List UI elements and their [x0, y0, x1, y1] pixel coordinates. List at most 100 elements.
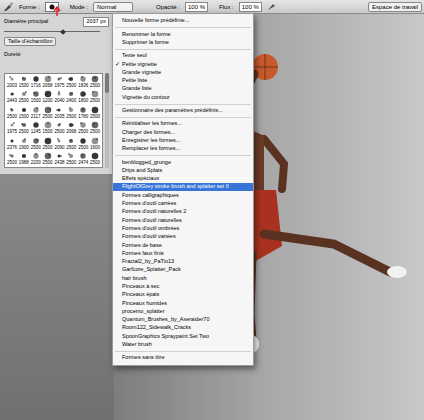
- brush-preset[interactable]: 1716: [30, 75, 42, 89]
- menu-item[interactable]: Vignette du contour: [113, 93, 253, 101]
- brush-tool-icon[interactable]: [2, 2, 14, 12]
- menu-item[interactable]: Texte seul: [113, 52, 253, 60]
- menu-item[interactable]: Formes d'outil variées: [113, 233, 253, 241]
- menu-item[interactable]: Room122_Sidewalk_Cracks: [113, 324, 253, 332]
- menu-item[interactable]: Petite liste: [113, 77, 253, 85]
- brush-preset[interactable]: 2090: [54, 137, 66, 151]
- brush-preset[interactable]: 1988: [18, 152, 30, 166]
- menu-item[interactable]: Quantum_Brushes_by_Axeraider70: [113, 316, 253, 324]
- brush-preset[interactable]: 2500: [42, 106, 54, 120]
- brush-preset[interactable]: 1500: [18, 106, 30, 120]
- brush-preset[interactable]: 2500: [89, 90, 101, 104]
- brush-preset[interactable]: 1975: [54, 75, 66, 89]
- diameter-field[interactable]: 2037 px: [83, 17, 109, 27]
- brush-preset[interactable]: 2035: [54, 106, 66, 120]
- brush-preset[interactable]: 2117: [30, 106, 42, 120]
- menu-item[interactable]: benblogged_grunge: [113, 158, 253, 166]
- menu-item[interactable]: Fractal2_by_PaTio13: [113, 258, 253, 266]
- menu-item[interactable]: Pinceaux à sec: [113, 283, 253, 291]
- menu-item[interactable]: Formes d'outil naturelles 2: [113, 208, 253, 216]
- menu-item[interactable]: Enregistrer les formes...: [113, 137, 253, 145]
- menu-item[interactable]: Garfcore_Splatter_Pack: [113, 266, 253, 274]
- brush-preset[interactable]: 2500: [89, 106, 101, 120]
- brush-thumbnail-icon: [78, 106, 88, 114]
- menu-item[interactable]: Pinceaux épais: [113, 291, 253, 299]
- brush-thumbnail-icon: [31, 121, 41, 129]
- brush-preset[interactable]: 1800: [77, 90, 89, 104]
- brush-preset[interactable]: 2443: [6, 90, 18, 104]
- menu-item[interactable]: Grande liste: [113, 85, 253, 93]
- brush-preset[interactable]: 1600: [89, 137, 101, 151]
- brush-preset[interactable]: 2500: [30, 137, 42, 151]
- brush-preset[interactable]: 1836: [77, 75, 89, 89]
- menu-item[interactable]: Effets spéciaux: [113, 175, 253, 183]
- menu-item[interactable]: ✓Petite vignette: [113, 60, 253, 68]
- brush-preset[interactable]: 2500: [77, 137, 89, 151]
- menu-item[interactable]: Renommer la forme: [113, 30, 253, 38]
- brush-preset[interactable]: 2500: [77, 121, 89, 135]
- brush-preset[interactable]: 2500: [65, 75, 77, 89]
- brush-preset[interactable]: 2500: [6, 152, 18, 166]
- brush-preset[interactable]: 1900: [18, 137, 30, 151]
- mode-dropdown[interactable]: Normal: [93, 2, 133, 12]
- brush-thumbnail-icon: [54, 75, 64, 83]
- brush-preset[interactable]: 1780: [77, 106, 89, 120]
- brush-preset[interactable]: 2500: [54, 121, 66, 135]
- menu-item[interactable]: SpoonGraphics Spraypaint Set Two: [113, 332, 253, 340]
- brush-preset[interactable]: 2500: [65, 106, 77, 120]
- brush-preset[interactable]: 1200: [42, 90, 54, 104]
- brush-preset[interactable]: 2040: [54, 90, 66, 104]
- brush-preset[interactable]: 2500: [42, 137, 54, 151]
- brush-preset[interactable]: 2003: [6, 75, 18, 89]
- brush-preset[interactable]: 1500: [42, 121, 54, 135]
- diameter-slider[interactable]: [4, 30, 100, 34]
- menu-item[interactable]: Charger des formes...: [113, 128, 253, 136]
- menu-item[interactable]: Grande vignette: [113, 68, 253, 76]
- menu-item[interactable]: Pinceaux humides: [113, 299, 253, 307]
- brush-preset[interactable]: 1500: [30, 90, 42, 104]
- brush-preset[interactable]: 2500: [65, 152, 77, 166]
- brush-thumbnail-icon: [54, 137, 64, 145]
- menu-item[interactable]: hair brush: [113, 274, 253, 282]
- menu-item[interactable]: Formes d'outil carrées: [113, 200, 253, 208]
- brush-preset[interactable]: 2474: [77, 152, 89, 166]
- menu-item[interactable]: Formes d'outil ombrées: [113, 225, 253, 233]
- menu-item[interactable]: Formes de base: [113, 241, 253, 249]
- brush-preset[interactable]: 2500: [42, 152, 54, 166]
- brush-preset[interactable]: 2500: [89, 75, 101, 89]
- brush-preset[interactable]: 2438: [54, 152, 66, 166]
- brush-preset[interactable]: 2068: [42, 75, 54, 89]
- brush-preset[interactable]: 1500: [18, 75, 30, 89]
- brush-grid-scrollbar[interactable]: [105, 73, 109, 168]
- menu-item[interactable]: Formes calligraphiques: [113, 191, 253, 199]
- menu-item[interactable]: procemo_splatter: [113, 308, 253, 316]
- menu-item[interactable]: Water brush: [113, 341, 253, 349]
- menu-item[interactable]: FlightOfGrey stroke brush and splatter s…: [113, 183, 253, 191]
- brush-preset[interactable]: 2500: [89, 152, 101, 166]
- menu-item[interactable]: Formes d'outil naturelles: [113, 216, 253, 224]
- flow-field[interactable]: 100 %: [239, 2, 262, 12]
- menu-item[interactable]: Drips and Splats: [113, 166, 253, 174]
- brush-preset[interactable]: 2500: [89, 121, 101, 135]
- brush-preset[interactable]: 2500: [18, 121, 30, 135]
- menu-item[interactable]: Formes sans titre: [113, 354, 253, 362]
- menu-item[interactable]: Remplacer les formes...: [113, 145, 253, 153]
- menu-item[interactable]: Réinitialiser les formes...: [113, 120, 253, 128]
- brush-preset[interactable]: 1245: [30, 121, 42, 135]
- menu-item[interactable]: Supprimer la forme: [113, 39, 253, 47]
- brush-preset[interactable]: 2500: [65, 137, 77, 151]
- brush-preset[interactable]: 1975: [6, 121, 18, 135]
- brush-preset[interactable]: 2500: [18, 90, 30, 104]
- brush-preset[interactable]: 2400: [65, 90, 77, 104]
- sample-size-button[interactable]: Taille d'échantillon: [4, 37, 56, 47]
- brush-preset[interactable]: 2200: [30, 152, 42, 166]
- opacity-field[interactable]: 100 %: [185, 2, 208, 12]
- brush-preset[interactable]: 2068: [65, 121, 77, 135]
- menu-item[interactable]: Gestionnaire des paramètres prédéfinis..…: [113, 107, 253, 115]
- brush-preset[interactable]: 2376: [6, 137, 18, 151]
- brush-preset[interactable]: 2500: [6, 106, 18, 120]
- menu-item[interactable]: Nouvelle forme prédéfinie...: [113, 17, 253, 25]
- menu-item[interactable]: Formes faux finis: [113, 249, 253, 257]
- airbrush-icon[interactable]: [267, 2, 277, 11]
- workspace-dropdown[interactable]: Espace de travail: [368, 2, 422, 12]
